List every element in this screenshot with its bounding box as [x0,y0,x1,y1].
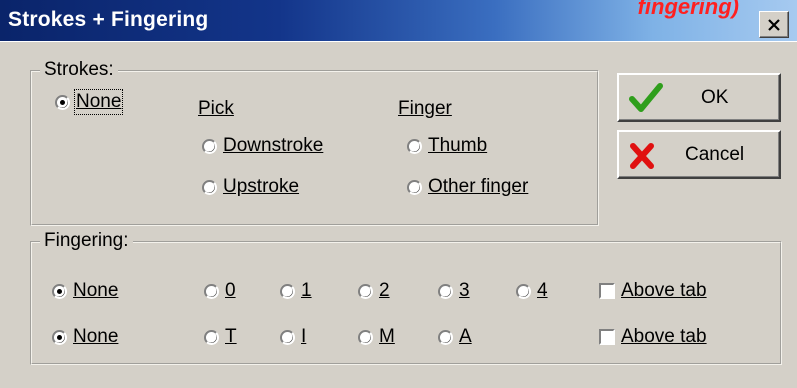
other-finger-radio[interactable] [407,179,422,195]
finger-option-3[interactable]: 3 [438,280,470,302]
finger-2-radio[interactable] [358,283,373,299]
checkmark-icon [629,83,663,112]
finger-heading: Finger [398,98,452,119]
strokes-legend: Strokes: [40,59,118,81]
row2-above-tab-label: Above tab [621,326,707,347]
fingering-legend: Fingering: [40,230,133,252]
finger-1-label: 1 [301,280,312,301]
cancel-label: Cancel [685,144,745,165]
finger-option-m[interactable]: M [358,326,395,348]
fingering-row1-none-option[interactable]: None [52,280,118,302]
finger-a-label: A [459,326,472,347]
ok-label: OK [701,87,729,108]
row1-above-tab-option[interactable]: Above tab [599,280,707,302]
thumb-label: Thumb [428,135,488,156]
cross-icon [630,143,654,169]
thumb-radio[interactable] [407,138,422,154]
finger-0-label: 0 [225,280,236,301]
finger-3-radio[interactable] [438,283,453,299]
finger-t-label: T [225,326,237,347]
finger-1-radio[interactable] [280,283,295,299]
finger-option-4[interactable]: 4 [516,280,548,302]
finger-option-0[interactable]: 0 [204,280,236,302]
strokes-none-radio[interactable] [55,94,70,110]
fingering-row1-none-label: None [73,280,119,301]
thumb-option[interactable]: Thumb [407,135,487,157]
downstroke-label: Downstroke [223,135,324,156]
finger-option-a[interactable]: A [438,326,472,348]
row1-above-tab-label: Above tab [621,280,707,301]
row2-above-tab-checkbox[interactable] [599,329,615,345]
finger-i-label: I [301,326,307,347]
downstroke-option[interactable]: Downstroke [202,135,323,157]
downstroke-radio[interactable] [202,138,217,154]
finger-option-2[interactable]: 2 [358,280,390,302]
finger-2-label: 2 [379,280,390,301]
upstroke-label: Upstroke [223,176,300,197]
upstroke-option[interactable]: Upstroke [202,176,299,198]
finger-m-label: M [379,326,395,347]
finger-option-i[interactable]: I [280,326,306,348]
finger-0-radio[interactable] [204,283,219,299]
ok-button[interactable]: OK [617,73,781,122]
strokes-none-option[interactable]: None [55,89,124,115]
strokes-none-label: None [73,89,124,115]
fingering-row2-none-option[interactable]: None [52,326,118,348]
pick-heading: Pick [198,98,234,119]
other-finger-option[interactable]: Other finger [407,176,528,198]
fingering-row2-none-label: None [73,326,119,347]
finger-a-radio[interactable] [438,329,453,345]
fingering-row1-none-radio[interactable] [52,283,67,299]
finger-m-radio[interactable] [358,329,373,345]
close-button[interactable] [759,11,789,38]
close-icon [768,18,780,31]
window-title: Strokes + Fingering [8,8,209,31]
fingering-row2-none-radio[interactable] [52,329,67,345]
overlay-caption: fingering) [637,0,739,19]
finger-option-1[interactable]: 1 [280,280,312,302]
upstroke-radio[interactable] [202,179,217,195]
finger-4-label: 4 [537,280,548,301]
row1-above-tab-checkbox[interactable] [599,283,615,299]
cancel-button[interactable]: Cancel [617,130,781,179]
finger-i-radio[interactable] [280,329,295,345]
row2-above-tab-option[interactable]: Above tab [599,326,707,348]
other-finger-label: Other finger [428,176,529,197]
finger-t-radio[interactable] [204,329,219,345]
title-bar: Strokes + Fingering fingering) [0,0,797,42]
finger-4-radio[interactable] [516,283,531,299]
finger-3-label: 3 [459,280,470,301]
finger-option-t[interactable]: T [204,326,237,348]
